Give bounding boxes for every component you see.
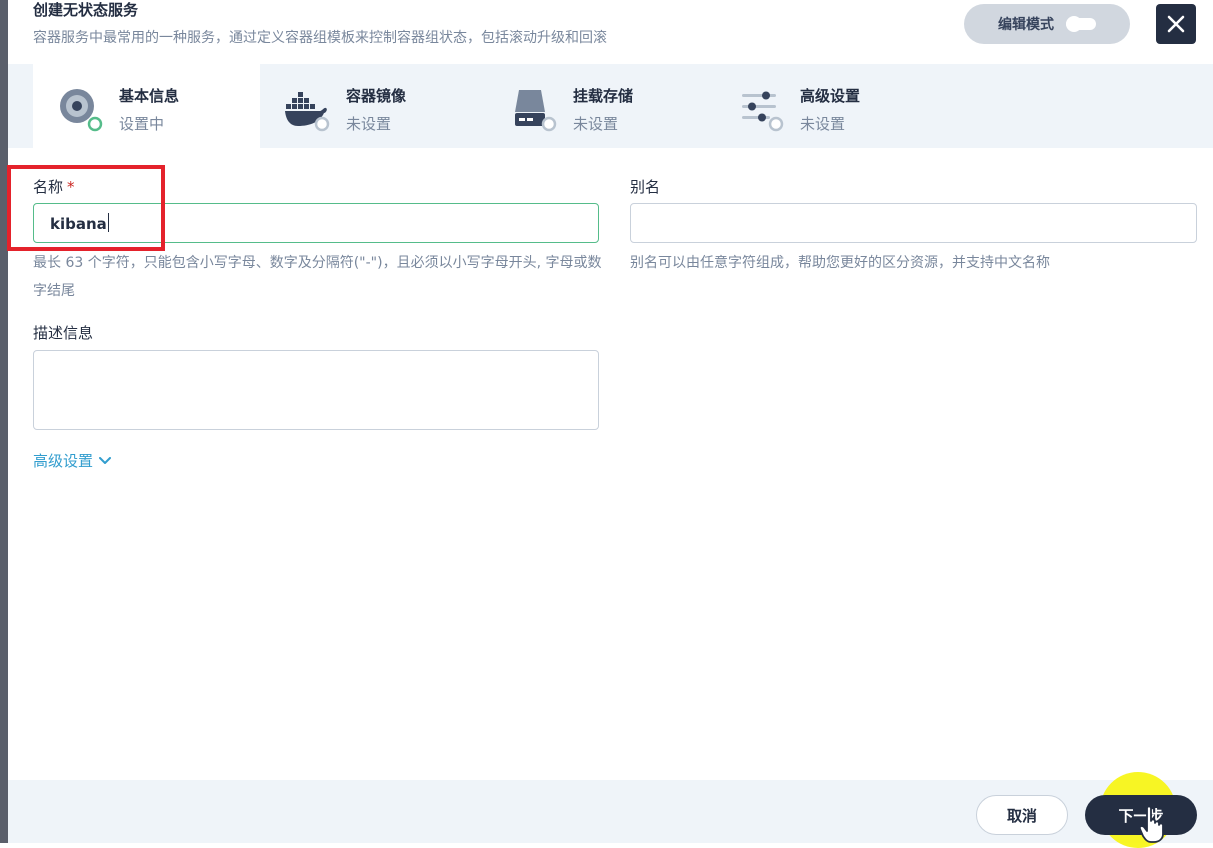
annotation-highlight-box	[7, 165, 165, 251]
disc-icon	[60, 89, 103, 132]
step-mount-storage[interactable]: 挂载存储 未设置	[487, 64, 714, 148]
advanced-settings-link-text: 高级设置	[33, 452, 94, 470]
modal-title: 创建无状态服务	[33, 1, 139, 19]
edit-mode-label: 编辑模式	[998, 17, 1054, 33]
hand-pointer-icon	[1138, 805, 1164, 843]
modal-subtitle: 容器服务中最常用的一种服务，通过定义容器组模板来控制容器组状态，包括滚动升级和回…	[33, 30, 607, 46]
description-label: 描述信息	[33, 324, 94, 342]
docker-icon	[285, 92, 330, 132]
modal-header: 创建无状态服务 容器服务中最常用的一种服务，通过定义容器组模板来控制容器组状态，…	[8, 0, 1213, 64]
step-advanced-settings[interactable]: 高级设置 未设置	[714, 64, 941, 148]
step-name: 挂载存储	[573, 87, 634, 105]
settings-sliders-icon	[742, 91, 784, 132]
alias-input[interactable]	[630, 203, 1197, 243]
step-name: 高级设置	[800, 87, 861, 105]
name-hint: 最长 63 个字符，只能包含小写字母、数字及分隔符("-")，且必须以小写字母开…	[33, 255, 602, 299]
window-left-edge	[0, 0, 8, 843]
edit-mode-toggle[interactable]: 编辑模式	[964, 4, 1130, 44]
footer-overlay: 下一步	[8, 780, 1213, 843]
alias-label: 别名	[630, 178, 661, 196]
step-basic-info[interactable]: 基本信息 设置中	[33, 64, 260, 148]
advanced-settings-link[interactable]: 高级设置	[33, 450, 112, 471]
close-icon	[1167, 15, 1185, 33]
step-state: 未设置	[800, 115, 846, 133]
step-name: 基本信息	[119, 87, 180, 105]
step-tabs: 基本信息 设置中 容器镜像 未设置 挂载存储 未设置 高级设置 未设置	[8, 64, 1213, 148]
step-state: 未设置	[573, 115, 619, 133]
close-button[interactable]	[1156, 4, 1196, 44]
step-name: 容器镜像	[346, 87, 407, 105]
storage-icon	[515, 90, 557, 132]
step-state: 设置中	[119, 115, 165, 133]
alias-hint: 别名可以由任意字符组成，帮助您更好的区分资源，并支持中文名称	[630, 255, 1050, 271]
chevron-down-icon	[99, 456, 112, 464]
step-container-image[interactable]: 容器镜像 未设置	[260, 64, 487, 148]
toggle-switch	[1066, 16, 1096, 32]
step-state: 未设置	[346, 115, 392, 133]
description-textarea[interactable]	[33, 350, 599, 430]
